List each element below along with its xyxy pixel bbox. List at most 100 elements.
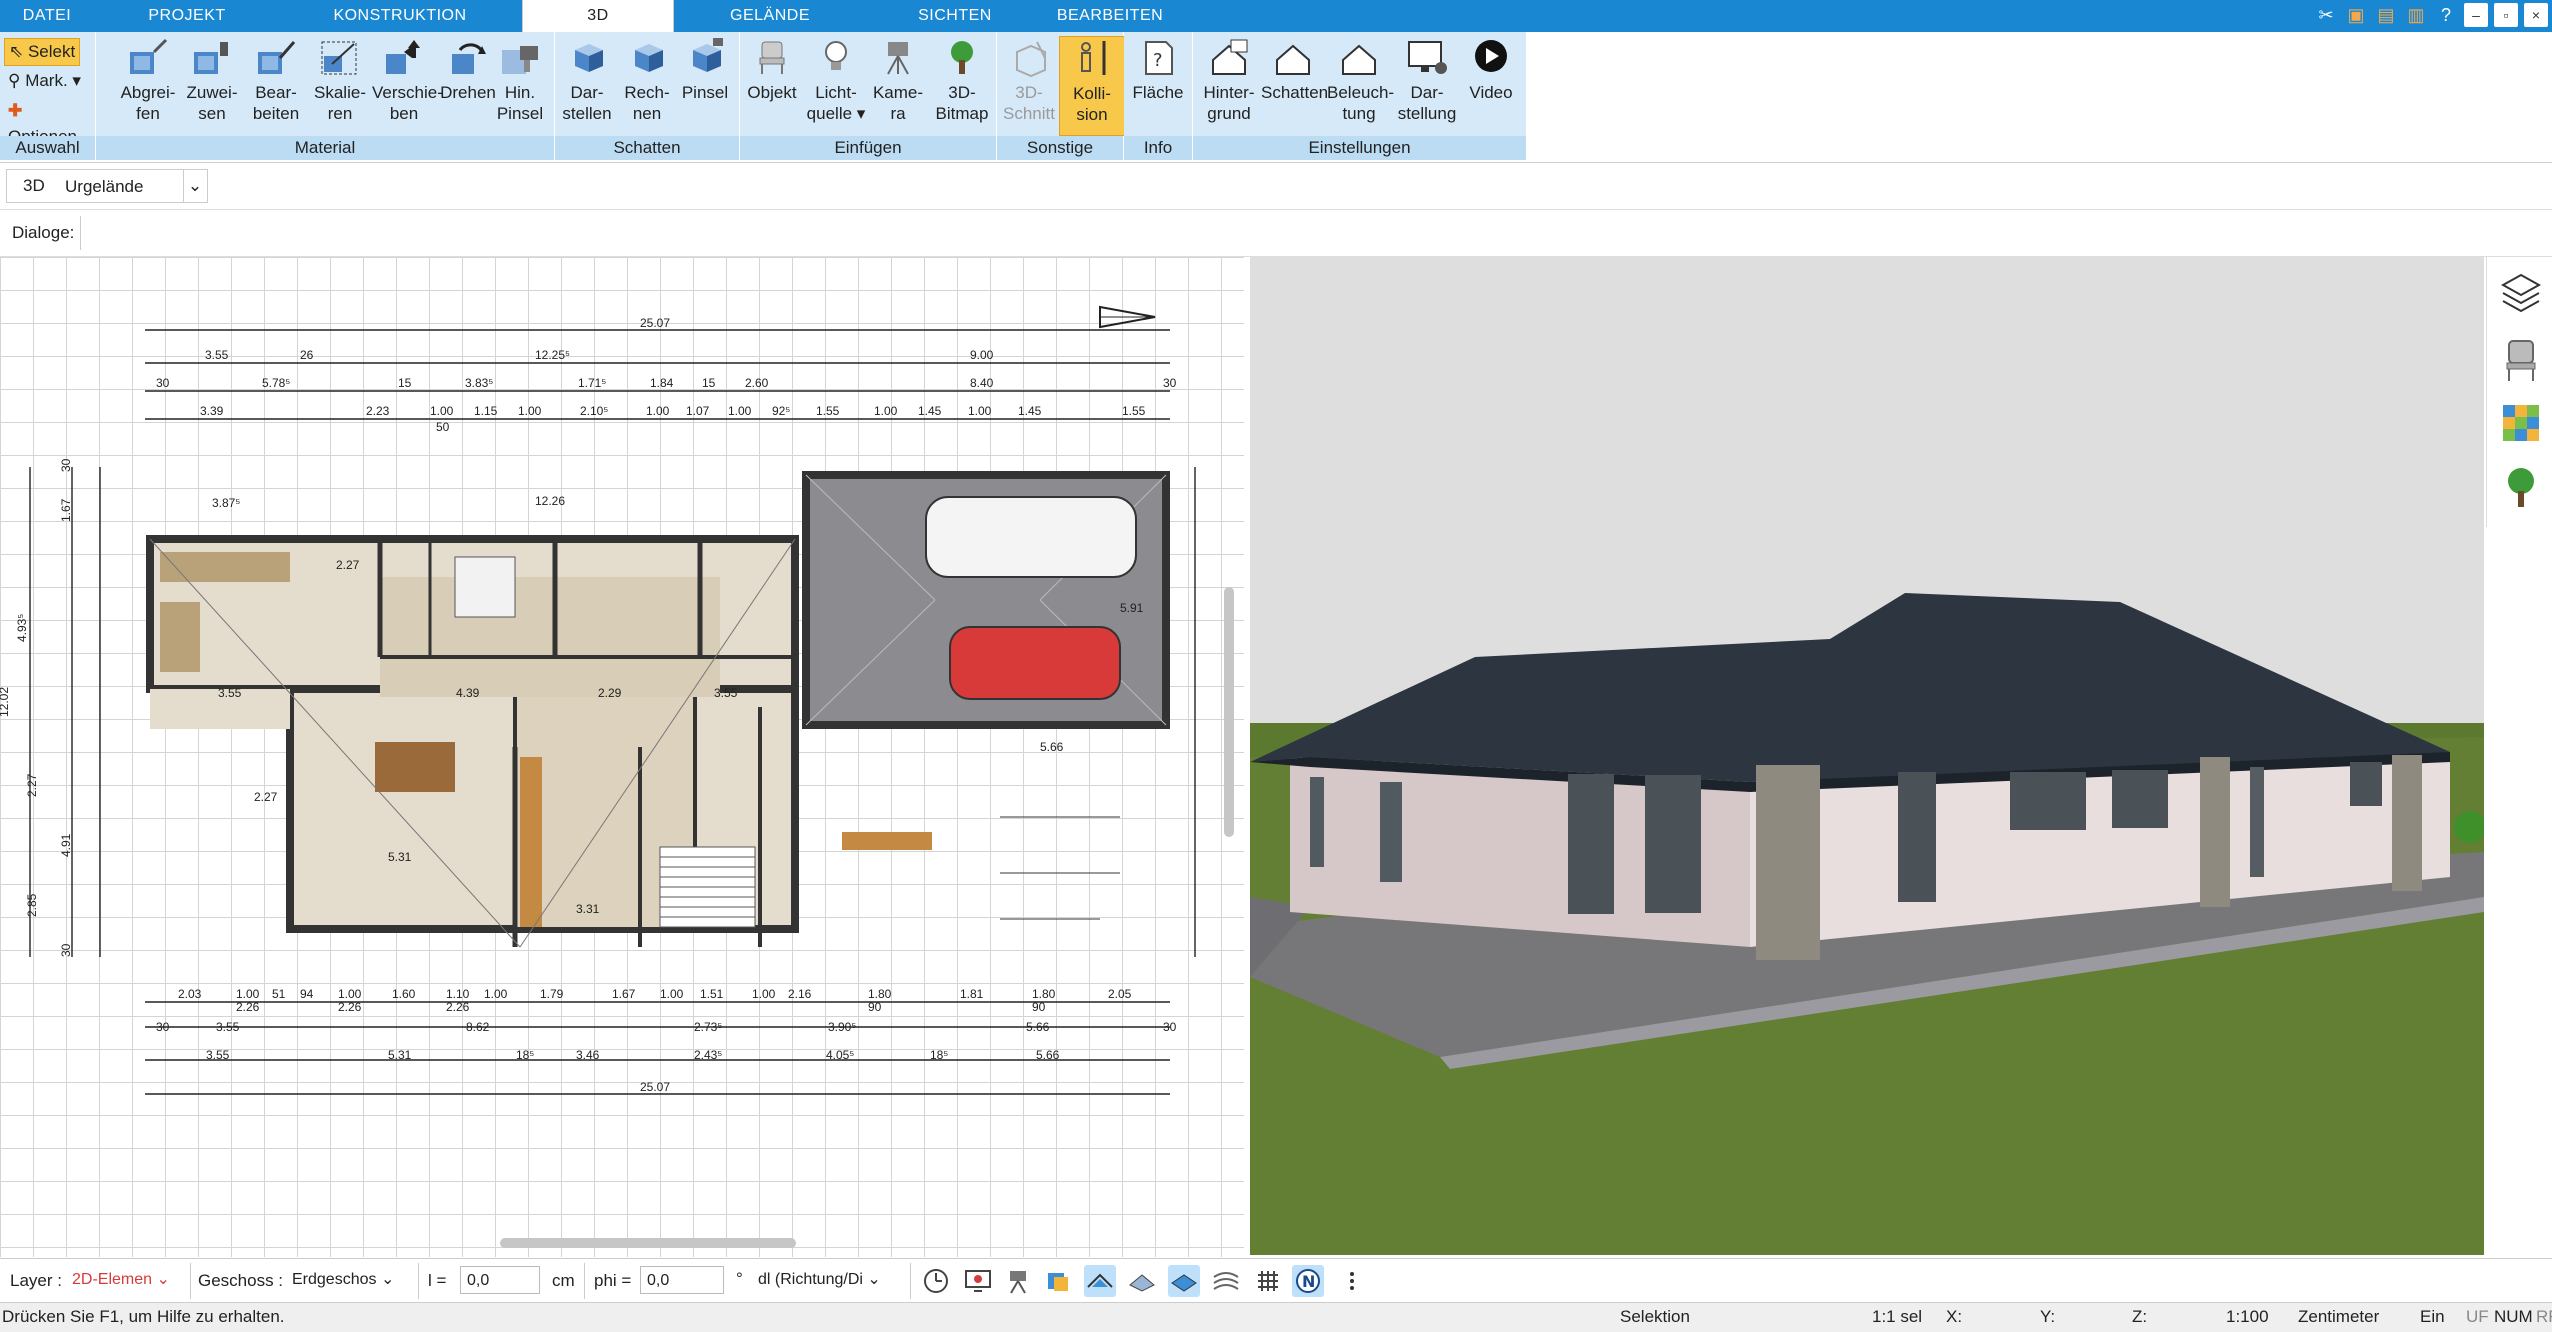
dim-label: 1.55 <box>1122 404 1146 418</box>
save-icon[interactable]: ▣ <box>2344 3 2368 27</box>
length-input[interactable]: 0,0 <box>460 1266 540 1294</box>
tools-icon[interactable]: ✂ <box>2314 3 2338 27</box>
dim-label: 1.84 <box>650 376 674 390</box>
dim-label: 90 <box>1032 1000 1046 1014</box>
roof-view-icon[interactable] <box>1126 1265 1158 1297</box>
bearbeiten-button[interactable]: Bear- beiten <box>244 36 308 134</box>
dim-label: 30 <box>59 943 73 957</box>
darstellung-button[interactable]: Dar- stellung <box>1395 36 1459 134</box>
material-palette-icon[interactable] <box>2501 401 2541 447</box>
tab-projekt[interactable]: PROJEKT <box>120 0 254 32</box>
zuweisen-button[interactable]: Zuwei- sen <box>180 36 244 134</box>
tab-sichten[interactable]: SICHTEN <box>880 0 1030 32</box>
geschoss-select[interactable]: Erdgeschos ⌄ <box>286 1266 402 1294</box>
num-indicator: NUM <box>2494 1307 2533 1326</box>
plus-icon: ✚ <box>8 101 23 120</box>
layers-icon[interactable] <box>2501 271 2541 317</box>
tab-konstruktion[interactable]: KONSTRUKTION <box>300 0 500 32</box>
3d-bitmap-button[interactable]: 3D- Bitmap <box>930 36 994 134</box>
more-options-icon[interactable] <box>1336 1265 1368 1297</box>
verschieben-button[interactable]: Verschie- ben <box>372 36 443 134</box>
camera-tool-icon[interactable] <box>1002 1265 1034 1297</box>
clock-icon[interactable] <box>920 1265 952 1297</box>
dim-label: 1.79 <box>540 987 564 1001</box>
pinsel-button[interactable]: Pinsel <box>673 36 737 134</box>
dim-label: 30 <box>156 1020 170 1034</box>
phi-unit: ° <box>736 1269 743 1288</box>
floor-plan-view[interactable]: 25.07 3.55 26 12.25⁵ 9.00 30 5.78⁵ 15 3.… <box>0 257 1244 1257</box>
mark-button[interactable]: ⚲ Mark. ▾ <box>4 68 85 94</box>
print-icon[interactable]: ▤ <box>2374 3 2398 27</box>
dim-label: 1.45 <box>918 404 942 418</box>
dim-label: 8.62 <box>466 1020 490 1034</box>
room-label: 2.27 <box>336 558 360 572</box>
dim-label: 30 <box>156 376 170 390</box>
optionen-button[interactable]: ✚ Optionen <box>4 98 95 146</box>
hin-pinsel-button[interactable]: Hin. Pinsel <box>488 36 552 134</box>
tab-datei[interactable]: DATEI <box>0 0 94 32</box>
phi-input[interactable]: 0,0 <box>640 1266 724 1294</box>
tab-gelaende[interactable]: GELÄNDE <box>700 0 840 32</box>
texture-icon[interactable] <box>1042 1265 1074 1297</box>
kamera-button[interactable]: Kame- ra <box>866 36 930 134</box>
dim-label: 30 <box>1163 376 1177 390</box>
group-label-auswahl: Auswahl <box>0 136 95 160</box>
layer-label: Layer : <box>10 1271 62 1290</box>
chevron-down-icon: ⌄ <box>867 1271 881 1288</box>
help-icon[interactable]: ? <box>2434 3 2458 27</box>
minimize-button[interactable]: – <box>2464 3 2488 27</box>
grid-icon[interactable] <box>1252 1265 1284 1297</box>
schatten-settings-button[interactable]: Schatten <box>1261 36 1328 134</box>
dim-label: 1.15 <box>474 404 498 418</box>
floor-view-icon[interactable] <box>1168 1265 1200 1297</box>
darstellen-button[interactable]: Dar- stellen <box>555 36 619 134</box>
abgreifen-button[interactable]: Abgrei- fen <box>116 36 180 134</box>
dim-label: 2.23 <box>366 404 390 418</box>
skalieren-button[interactable]: Skalie- ren <box>308 36 372 134</box>
kollision-button[interactable]: Kolli- sion <box>1059 36 1125 136</box>
room-label: 4.39 <box>456 686 480 700</box>
direction-select[interactable]: dl (Richtung/Di ⌄ <box>752 1266 902 1294</box>
video-button[interactable]: Video <box>1459 36 1523 134</box>
folder-icon[interactable]: ▥ <box>2404 3 2428 27</box>
chevron-down-icon[interactable]: ⌄ <box>183 170 206 202</box>
dim-label: 2.16 <box>788 987 812 1001</box>
restore-button[interactable]: ▫ <box>2494 3 2518 27</box>
dim-label: 50 <box>436 420 450 434</box>
dim-label: 3.55 <box>205 348 229 362</box>
horizontal-scrollbar[interactable] <box>500 1238 796 1248</box>
lichtquelle-button[interactable]: Licht- quelle ▾ <box>804 36 868 134</box>
tab-bearbeiten[interactable]: BEARBEITEN <box>1040 0 1180 32</box>
dim-label: 51 <box>272 987 286 1001</box>
divider <box>190 1263 191 1299</box>
tab-3d[interactable]: 3D <box>522 0 674 32</box>
objekt-button[interactable]: Objekt <box>740 36 804 134</box>
north-icon[interactable]: N <box>1292 1265 1324 1297</box>
3d-view[interactable] <box>1250 257 2484 1255</box>
ribbon: ⇖ Selekt ⚲ Mark. ▾ ✚ Optionen Auswahl Ab… <box>0 32 2552 163</box>
dim-label: 1.00 <box>728 404 752 418</box>
monitor-target-icon[interactable] <box>962 1265 994 1297</box>
camera-icon <box>887 42 909 75</box>
selekt-button[interactable]: ⇖ Selekt <box>4 38 81 66</box>
dim-label: 3.39 <box>200 404 224 418</box>
3d-schnitt-button[interactable]: 3D- Schnitt <box>997 36 1061 134</box>
hintergrund-button[interactable]: Hinter- grund <box>1197 36 1261 134</box>
wall-view-icon[interactable] <box>1084 1265 1116 1297</box>
beleuchtung-button[interactable]: Beleuch- tung <box>1327 36 1394 134</box>
building-walls <box>146 471 1170 948</box>
tree-icon[interactable] <box>2501 465 2541 511</box>
layer-select[interactable]: 2D-Elemen ⌄ <box>66 1266 184 1294</box>
ein-indicator: Ein <box>2420 1307 2445 1326</box>
chair-icon[interactable] <box>2501 337 2541 383</box>
terrain-select[interactable]: 3D Urgelände ⌄ <box>6 169 208 203</box>
group-label-einfuegen: Einfügen <box>740 136 996 160</box>
terrain-view-icon[interactable] <box>1210 1265 1242 1297</box>
dim-label: 2.10⁵ <box>580 404 608 418</box>
length-unit: cm <box>552 1271 575 1290</box>
vertical-scrollbar[interactable] <box>1224 587 1234 837</box>
close-button[interactable]: × <box>2524 3 2548 27</box>
rechnen-button[interactable]: Rech- nen <box>615 36 679 134</box>
flaeche-button[interactable]: ? Fläche <box>1126 36 1190 134</box>
window <box>2112 770 2168 828</box>
